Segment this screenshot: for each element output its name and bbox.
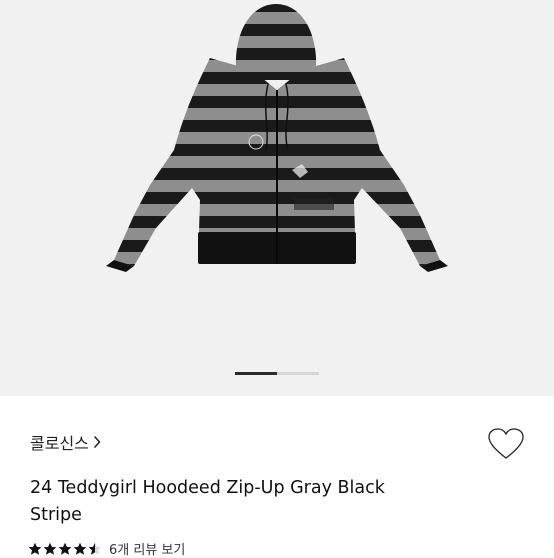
product-photo: [106, 4, 448, 272]
star-half-icon: [88, 542, 102, 555]
star-filled-icon: [73, 542, 87, 555]
like-button[interactable]: [486, 426, 526, 462]
star-rating: [28, 542, 103, 556]
review-link[interactable]: 6개 리뷰 보기: [109, 539, 185, 558]
star-filled-icon: [58, 542, 72, 555]
star-filled-icon: [28, 542, 42, 555]
brand-name: 콜로신스: [30, 434, 89, 453]
chevron-right-icon: [93, 435, 101, 449]
product-title-line: Stripe: [30, 505, 82, 525]
brand-link[interactable]: 콜로신스: [30, 430, 101, 454]
product-title-line: 24 Teddygirl Hoodeed Zip-Up Gray Black: [30, 478, 385, 498]
image-page-indicator-active: [235, 372, 277, 375]
heart-outline-icon: [488, 428, 524, 459]
star-filled-icon: [43, 542, 57, 555]
product-image-gallery[interactable]: [0, 0, 554, 396]
product-info-section: 콜로신스 24 Teddygirl Hoodeed Zip-Up Gray Bl…: [0, 396, 554, 558]
product-title: 24 Teddygirl Hoodeed Zip-Up Gray Black S…: [30, 475, 450, 529]
image-page-indicator: [235, 372, 319, 375]
rating-row[interactable]: 6개 리뷰 보기: [28, 539, 185, 558]
